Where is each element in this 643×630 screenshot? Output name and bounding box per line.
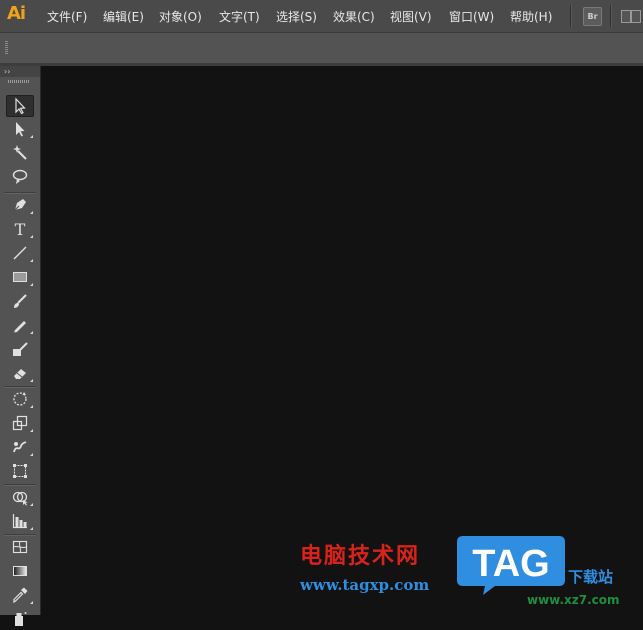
tool-pencil[interactable] <box>6 314 34 336</box>
tool-free-transform[interactable] <box>6 460 34 482</box>
warp-icon <box>13 441 27 453</box>
tool-magic-wand[interactable] <box>6 142 34 164</box>
shape-builder-icon <box>12 491 28 506</box>
tool-mesh[interactable] <box>6 536 34 558</box>
bridge-button[interactable]: Br <box>583 7 602 26</box>
panel-collapse-button[interactable]: ›› <box>0 66 40 77</box>
direct-selection-icon <box>16 122 25 137</box>
rotate-icon <box>13 392 27 406</box>
tool-rectangle[interactable] <box>6 266 34 288</box>
rectangle-icon <box>13 272 27 282</box>
tool-divider <box>4 484 36 485</box>
tool-blob-brush[interactable] <box>6 338 34 360</box>
tool-pen[interactable] <box>6 194 34 216</box>
watermark-tag-text: TAG <box>472 543 549 585</box>
tool-graph[interactable] <box>6 510 34 532</box>
lasso-icon <box>12 169 28 184</box>
menu-effect[interactable]: 效果(C) <box>333 8 375 25</box>
tool-line-segment[interactable] <box>6 242 34 264</box>
tool-symbol-sprayer[interactable] <box>6 608 34 630</box>
menu-view[interactable]: 视图(V) <box>390 8 432 25</box>
watermark-download-text: 下载站 <box>568 568 614 586</box>
menu-file[interactable]: 文件(F) <box>47 8 87 25</box>
line-segment-icon <box>13 246 27 260</box>
menu-divider <box>570 5 571 27</box>
type-icon: T <box>14 219 26 239</box>
free-transform-icon <box>13 464 27 478</box>
tool-type[interactable]: T <box>6 218 34 240</box>
tool-rotate[interactable] <box>6 388 34 410</box>
watermark-url: www.tagxp.com <box>300 576 430 594</box>
menu-help[interactable]: 帮助(H) <box>510 8 552 25</box>
menu-edit[interactable]: 编辑(E) <box>103 8 144 25</box>
tool-eraser[interactable] <box>6 362 34 384</box>
tool-lasso[interactable] <box>6 166 34 188</box>
app-logo: Ai <box>7 3 26 24</box>
paintbrush-icon <box>14 294 27 308</box>
tool-divider <box>4 534 36 535</box>
watermark-site-name: 电脑技术网 <box>300 544 421 569</box>
menu-bar: Ai 文件(F) 编辑(E) 对象(O) 文字(T) 选择(S) 效果(C) 视… <box>0 0 643 33</box>
magic-wand-icon <box>13 145 27 160</box>
menu-select[interactable]: 选择(S) <box>276 8 317 25</box>
tool-eyedropper[interactable] <box>6 584 34 606</box>
blob-brush-icon <box>13 342 28 356</box>
menu-window[interactable]: 窗口(W) <box>449 8 494 25</box>
gradient-icon <box>13 566 27 576</box>
arrange-documents-icon[interactable] <box>621 8 643 24</box>
watermark-tag-logo: TAG <box>455 532 567 596</box>
menu-divider <box>610 5 611 27</box>
tool-selection[interactable] <box>6 95 34 117</box>
scale-icon <box>12 415 28 431</box>
symbol-sprayer-icon <box>15 612 27 626</box>
tool-warp[interactable] <box>6 436 34 458</box>
control-bar-grip-icon[interactable] <box>5 41 8 55</box>
tool-gradient[interactable] <box>6 560 34 582</box>
menu-object[interactable]: 对象(O) <box>159 8 202 25</box>
tool-shape-builder[interactable] <box>6 486 34 508</box>
control-bar <box>0 33 643 64</box>
eyedropper-icon <box>13 587 28 604</box>
tool-scale[interactable] <box>6 412 34 434</box>
tool-direct-selection[interactable] <box>6 118 34 140</box>
panel-grip-icon[interactable] <box>8 80 30 83</box>
tools-panel: ›› T <box>0 66 41 626</box>
tool-divider <box>4 192 36 193</box>
selection-arrow-icon <box>15 97 26 115</box>
watermark-xz-url: www.xz7.com <box>527 593 620 607</box>
pen-icon <box>13 199 26 212</box>
mesh-icon <box>12 540 28 554</box>
tool-divider <box>4 386 36 387</box>
pencil-icon <box>14 321 26 333</box>
menu-type[interactable]: 文字(T) <box>219 8 260 25</box>
column-graph-icon <box>12 514 27 529</box>
eraser-icon <box>14 369 26 379</box>
tool-paintbrush[interactable] <box>6 290 34 312</box>
